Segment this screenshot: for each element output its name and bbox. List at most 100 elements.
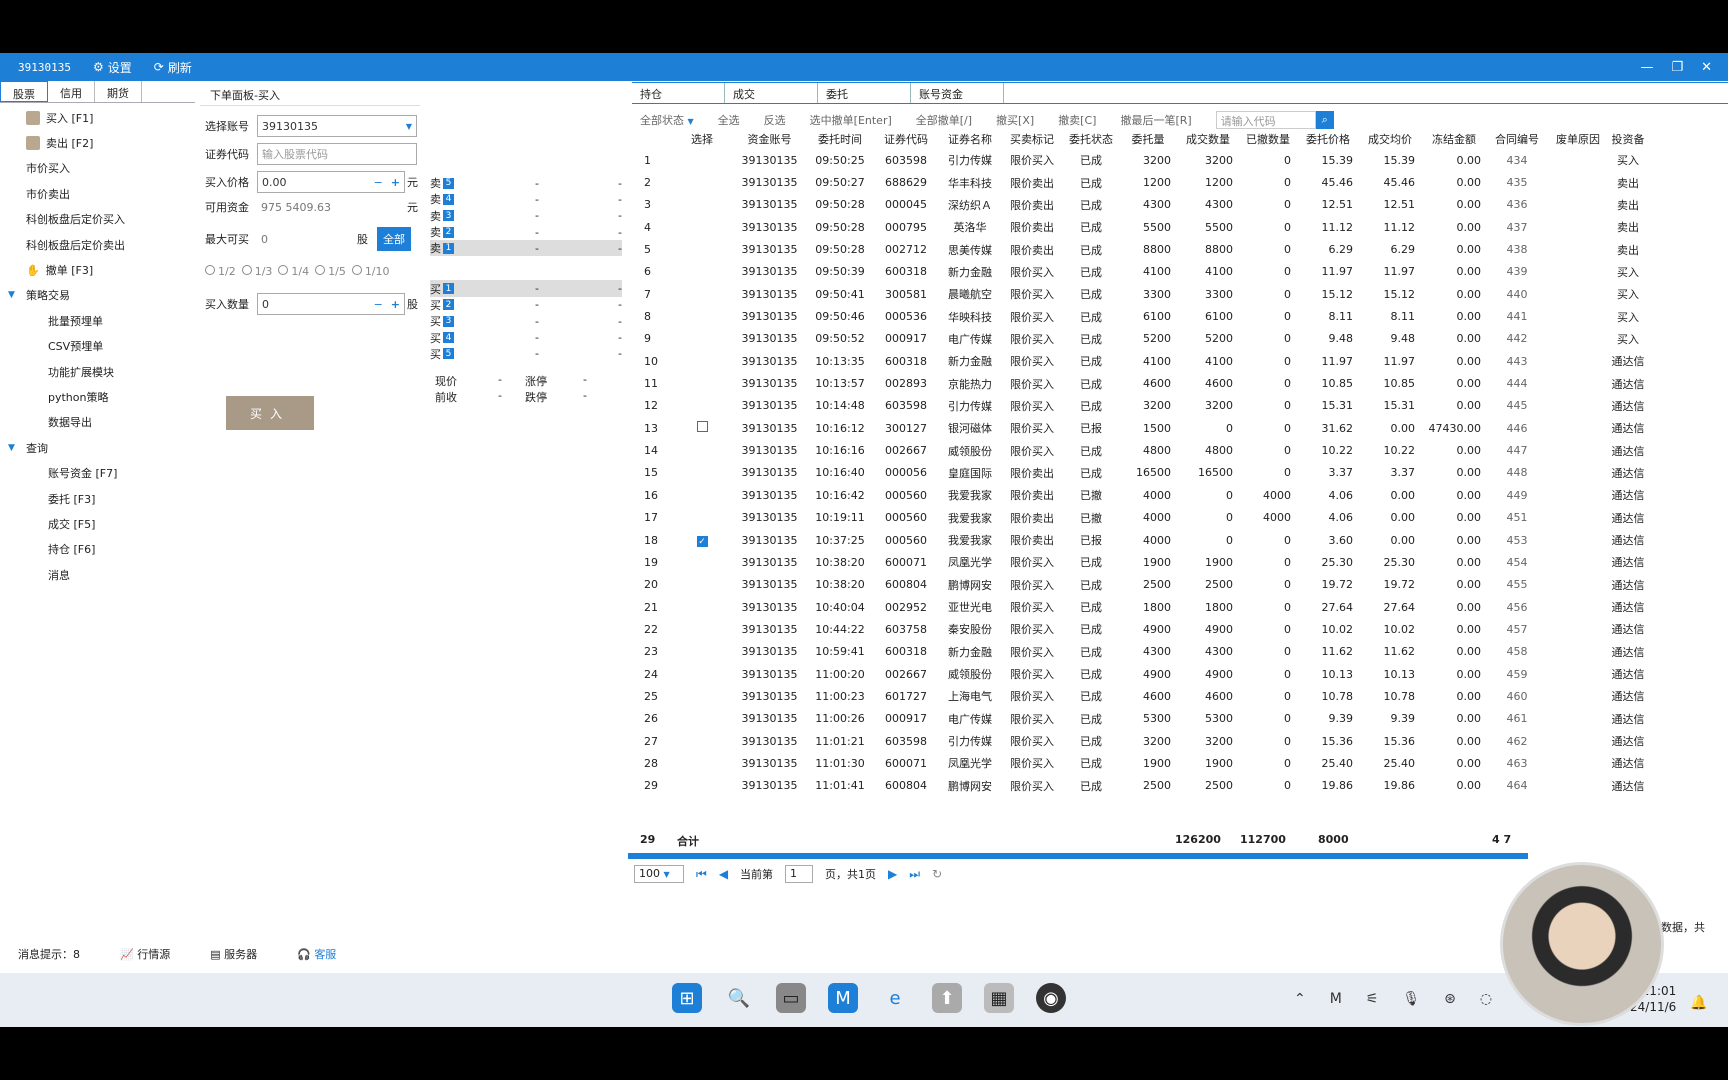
chevron-up-icon[interactable]: ⌃ — [1294, 991, 1306, 1007]
sidebar-item-market-buy[interactable]: 市价买入 — [0, 156, 195, 181]
ask-level[interactable]: 卖4 - - — [430, 191, 622, 207]
sidebar-group-query[interactable]: ▼ 查询 — [0, 435, 195, 460]
sidebar-item-market-sell[interactable]: 市价卖出 — [0, 181, 195, 206]
row-checkbox-cell[interactable] — [672, 283, 732, 305]
file-explorer-icon[interactable]: ▭ — [776, 983, 806, 1013]
table-row[interactable]: 4 39130135 09:50:28 000795 英洛华 限价卖出 已成 5500 5500… — [632, 216, 1647, 238]
cancel-sell-button[interactable]: 撤卖[C] — [1058, 112, 1096, 128]
sidebar-item-csv[interactable]: CSV预埋单 — [0, 334, 195, 359]
bid-level[interactable]: 买5 - - — [430, 346, 622, 362]
sidebar-group-strategy[interactable]: ▼ 策略交易 — [0, 283, 195, 308]
table-row[interactable]: 14 39130135 10:16:16 002667 威领股份 限价买入 已成 4800 48… — [632, 439, 1647, 461]
server-status[interactable]: ▤ 服务器 — [210, 946, 257, 962]
row-checkbox-cell[interactable] — [672, 775, 732, 797]
table-row[interactable]: 10 39130135 10:13:35 600318 新力金融 限价买入 已成 4100 41… — [632, 350, 1647, 372]
sidebar-item-funds[interactable]: 账号资金 [F7] — [0, 460, 195, 485]
column-header[interactable]: 委托量 — [1119, 129, 1177, 149]
table-row[interactable]: 22 39130135 10:44:22 603758 秦安股份 限价买入 已成 4900 49… — [632, 618, 1647, 640]
next-page-icon[interactable]: ▶ — [888, 867, 897, 881]
prev-page-icon[interactable]: ◀ — [719, 867, 728, 881]
tab-trades[interactable]: 成交 — [725, 83, 818, 103]
tab-credit[interactable]: 信用 — [48, 81, 95, 102]
last-page-icon[interactable]: ⏭ — [909, 867, 920, 882]
row-checkbox-cell[interactable] — [672, 685, 732, 707]
table-row[interactable]: 8 39130135 09:50:46 000536 华映科技 限价买入 已成 6100 610… — [632, 305, 1647, 327]
column-header[interactable]: 资金账号 — [732, 129, 807, 149]
table-row[interactable]: 29 39130135 11:01:41 600804 鹏博网安 限价买入 已成 2500 25… — [632, 775, 1647, 797]
microphone-icon[interactable]: 🎙 — [1402, 991, 1420, 1007]
tab-stock[interactable]: 股票 — [0, 81, 48, 102]
checkbox[interactable] — [696, 421, 708, 433]
row-checkbox-cell[interactable] — [672, 596, 732, 618]
row-checkbox-cell[interactable] — [672, 439, 732, 461]
fraction-fifth[interactable]: 1/5 — [315, 265, 346, 278]
buy-button[interactable]: 买入 — [226, 396, 314, 430]
checkbox-checked[interactable]: ✓ — [696, 535, 708, 547]
tab-futures[interactable]: 期货 — [95, 81, 142, 102]
first-page-icon[interactable]: ⏮ — [696, 867, 707, 882]
ask-level[interactable]: 卖3 - - — [430, 208, 622, 224]
row-checkbox-cell[interactable] — [672, 484, 732, 506]
table-row[interactable]: 12 39130135 10:14:48 603598 引力传媒 限价买入 已成 3200 32… — [632, 395, 1647, 417]
cancel-last-button[interactable]: 撤最后一笔[R] — [1120, 112, 1191, 128]
reload-icon[interactable]: ↻ — [932, 867, 942, 881]
network-icon[interactable]: ◌ — [1480, 991, 1492, 1007]
select-all-button[interactable]: 全选 — [718, 112, 740, 128]
sidebar-item-star-after-sell[interactable]: 科创板盘后定价卖出 — [0, 232, 195, 257]
bid-level[interactable]: 买4 - - — [430, 329, 622, 345]
media-app-icon[interactable]: ◉ — [1036, 983, 1066, 1013]
close-icon[interactable]: ✕ — [1701, 60, 1712, 75]
notification-bell-icon[interactable]: 🔔 — [1690, 995, 1707, 1011]
search-icon[interactable]: ⌕ — [1315, 111, 1334, 129]
row-checkbox-cell[interactable] — [672, 194, 732, 216]
column-header[interactable]: 证券名称 — [939, 129, 1001, 149]
row-checkbox-cell[interactable] — [672, 216, 732, 238]
sidebar-item-star-after-buy[interactable]: 科创板盘后定价买入 — [0, 207, 195, 232]
bid-level[interactable]: 买1 - - — [430, 280, 622, 297]
fraction-quarter[interactable]: 1/4 — [278, 265, 309, 278]
column-header[interactable]: 委托价格 — [1297, 129, 1359, 149]
market-source[interactable]: 📈 行情源 — [120, 946, 170, 962]
table-row[interactable]: 26 39130135 11:00:26 000917 电广传媒 限价买入 已成 5300 53… — [632, 708, 1647, 730]
page-size-select[interactable]: 100 ▼ — [634, 865, 684, 883]
tab-positions[interactable]: 持仓 — [632, 83, 725, 103]
cancel-all-button[interactable]: 全部撤单[/] — [916, 112, 972, 128]
table-row[interactable]: 2 39130135 09:50:27 688629 华丰科技 限价卖出 已成 1200 120… — [632, 171, 1647, 193]
column-header[interactable]: 废单原因 — [1547, 129, 1609, 149]
browser-icon[interactable]: e — [880, 983, 910, 1013]
sidebar-item-buy[interactable]: 买入 [F1] — [0, 105, 195, 130]
row-checkbox-cell[interactable] — [672, 417, 732, 439]
upload-app-icon[interactable]: ⬆ — [932, 983, 962, 1013]
tab-orders[interactable]: 委托 — [818, 83, 911, 103]
row-checkbox-cell[interactable] — [672, 708, 732, 730]
table-row[interactable]: 17 39130135 10:19:11 000560 我爱我家 限价卖出 已撤 4000 0 4… — [632, 507, 1647, 529]
sidebar-item-sell[interactable]: 卖出 [F2] — [0, 130, 195, 155]
table-row[interactable]: 16 39130135 10:16:42 000560 我爱我家 限价卖出 已撤 4000 0 4… — [632, 484, 1647, 506]
column-header[interactable]: 投资备 — [1609, 129, 1647, 149]
column-header[interactable]: 冻结金额 — [1421, 129, 1487, 149]
column-header[interactable]: 已撤数量 — [1239, 129, 1297, 149]
table-row[interactable]: 24 39130135 11:00:20 002667 威领股份 限价买入 已成 4900 49… — [632, 663, 1647, 685]
row-checkbox-cell[interactable] — [672, 641, 732, 663]
status-filter[interactable]: 全部状态 ▼ — [640, 112, 694, 128]
column-header[interactable]: 证券代码 — [873, 129, 939, 149]
fraction-third[interactable]: 1/3 — [241, 265, 272, 278]
fraction-half[interactable]: 1/2 — [205, 265, 236, 278]
table-row[interactable]: 9 39130135 09:50:52 000917 电广传媒 限价买入 已成 5200 520… — [632, 328, 1647, 350]
row-checkbox-cell[interactable] — [672, 663, 732, 685]
bid-level[interactable]: 买3 - - — [430, 313, 622, 329]
column-header[interactable]: 成交均价 — [1359, 129, 1421, 149]
plus-icon[interactable]: + — [391, 298, 400, 311]
row-checkbox-cell[interactable] — [672, 395, 732, 417]
sidebar-item-export[interactable]: 数据导出 — [0, 410, 195, 435]
table-row[interactable]: 13 39130135 10:16:12 300127 银河磁体 限价买入 已报 1500 0 0… — [632, 417, 1647, 439]
row-checkbox-cell[interactable] — [672, 328, 732, 350]
minus-icon[interactable]: − — [374, 298, 383, 311]
column-header[interactable]: 合同编号 — [1487, 129, 1547, 149]
fraction-tenth[interactable]: 1/10 — [351, 265, 390, 278]
row-checkbox-cell[interactable] — [672, 350, 732, 372]
table-row[interactable]: 28 39130135 11:01:30 600071 凤凰光学 限价买入 已成 1900 19… — [632, 752, 1647, 774]
refresh-button[interactable]: ⟳ 刷新 — [154, 59, 192, 76]
ask-level[interactable]: 卖5 - - — [430, 175, 622, 191]
all-button[interactable]: 全部 — [377, 227, 411, 251]
